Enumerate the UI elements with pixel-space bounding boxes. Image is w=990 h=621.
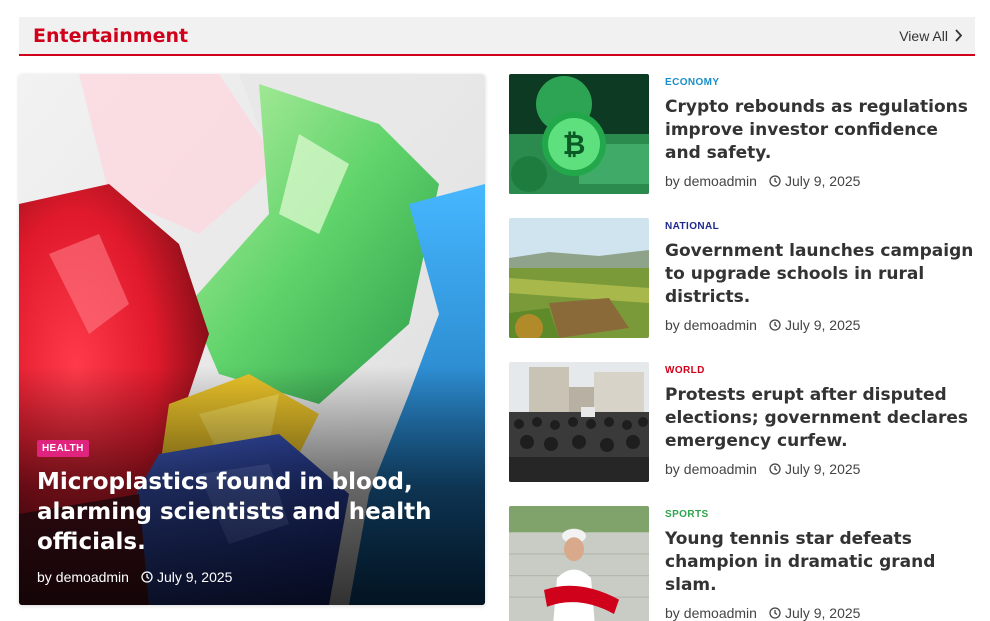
- clock-icon: [769, 175, 781, 187]
- category-label-national[interactable]: NATIONAL: [665, 221, 975, 232]
- featured-meta: by demoadmin July 9, 2025: [37, 569, 467, 585]
- clock-icon: [769, 319, 781, 331]
- chevron-right-icon: [955, 29, 963, 42]
- view-all-link[interactable]: View All: [899, 28, 963, 44]
- category-badge-health[interactable]: HEALTH: [37, 440, 89, 457]
- clock-icon: [769, 463, 781, 475]
- article-meta: by demoadmin July 9, 2025: [665, 173, 975, 189]
- author-prefix: by: [665, 317, 680, 333]
- clock-icon: [769, 607, 781, 619]
- article-title[interactable]: Government launches campaign to upgrade …: [665, 240, 975, 309]
- author-byline: by demoadmin: [665, 317, 757, 333]
- author-byline: by demoadmin: [665, 173, 757, 189]
- date-text: July 9, 2025: [784, 605, 861, 621]
- author-byline: by demoadmin: [37, 569, 129, 585]
- author-byline: by demoadmin: [665, 605, 757, 621]
- thumbnail-rural-landscape[interactable]: [509, 218, 649, 338]
- list-item: NATIONAL Government launches campaign to…: [509, 218, 975, 340]
- image-countryside: [509, 218, 649, 338]
- featured-article-card[interactable]: HEALTH Microplastics found in blood, ala…: [19, 74, 485, 605]
- view-all-label: View All: [899, 27, 948, 44]
- thumbnail-tennis-player[interactable]: [509, 506, 649, 621]
- clock-icon: [141, 571, 153, 583]
- section-header: Entertainment View All: [19, 17, 975, 56]
- date-text: July 9, 2025: [156, 569, 233, 585]
- date-text: July 9, 2025: [784, 461, 861, 477]
- post-date: July 9, 2025: [769, 173, 861, 189]
- item-body: WORLD Protests erupt after disputed elec…: [665, 365, 975, 477]
- author-name[interactable]: demoadmin: [56, 569, 129, 585]
- item-body: ECONOMY Crypto rebounds as regulations i…: [665, 77, 975, 189]
- article-meta: by demoadmin July 9, 2025: [665, 461, 975, 477]
- article-title[interactable]: Protests erupt after disputed elections;…: [665, 384, 975, 453]
- author-name[interactable]: demoadmin: [684, 605, 757, 621]
- author-prefix: by: [665, 461, 680, 477]
- featured-content: HEALTH Microplastics found in blood, ala…: [37, 438, 467, 585]
- category-label-world[interactable]: WORLD: [665, 365, 975, 376]
- author-name[interactable]: demoadmin: [684, 461, 757, 477]
- post-date: July 9, 2025: [769, 605, 861, 621]
- date-text: July 9, 2025: [784, 317, 861, 333]
- item-body: NATIONAL Government launches campaign to…: [665, 221, 975, 333]
- post-date: July 9, 2025: [769, 461, 861, 477]
- image-bitcoin: ₿: [509, 74, 649, 194]
- author-prefix: by: [665, 173, 680, 189]
- category-label-sports[interactable]: SPORTS: [665, 509, 975, 520]
- category-label-economy[interactable]: ECONOMY: [665, 77, 975, 88]
- article-meta: by demoadmin July 9, 2025: [665, 317, 975, 333]
- section-title: Entertainment: [33, 24, 189, 47]
- list-item: WORLD Protests erupt after disputed elec…: [509, 362, 975, 484]
- author-byline: by demoadmin: [665, 461, 757, 477]
- list-item: ₿ ECONOMY Crypto rebounds as regulations…: [509, 74, 975, 196]
- featured-title[interactable]: Microplastics found in blood, alarming s…: [37, 467, 467, 557]
- list-item: SPORTS Young tennis star defeats champio…: [509, 506, 975, 621]
- author-prefix: by: [665, 605, 680, 621]
- author-prefix: by: [37, 569, 52, 585]
- thumbnail-crypto-coins[interactable]: ₿: [509, 74, 649, 194]
- thumbnail-protest-crowd[interactable]: [509, 362, 649, 482]
- article-title[interactable]: Crypto rebounds as regulations improve i…: [665, 96, 975, 165]
- author-name[interactable]: demoadmin: [684, 317, 757, 333]
- date-text: July 9, 2025: [784, 173, 861, 189]
- article-title[interactable]: Young tennis star defeats champion in dr…: [665, 528, 975, 597]
- item-body: SPORTS Young tennis star defeats champio…: [665, 509, 975, 621]
- post-date: July 9, 2025: [769, 317, 861, 333]
- author-name[interactable]: demoadmin: [684, 173, 757, 189]
- svg-text:₿: ₿: [563, 128, 586, 161]
- article-meta: by demoadmin July 9, 2025: [665, 605, 975, 621]
- image-tennis: [509, 506, 649, 621]
- image-protest: [509, 362, 649, 482]
- post-date: July 9, 2025: [141, 569, 233, 585]
